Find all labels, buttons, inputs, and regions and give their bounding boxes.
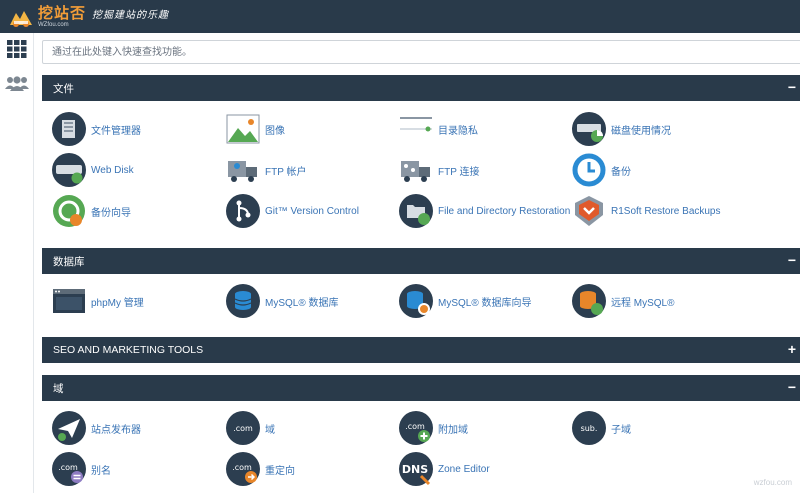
backup-wizard-icon	[52, 194, 86, 228]
tool-label: 别名	[91, 465, 111, 477]
tool-label: 目录隐私	[438, 125, 478, 137]
site-publisher-icon	[52, 411, 86, 445]
disk-usage-icon	[572, 112, 606, 146]
section-title: 域	[53, 382, 64, 395]
tool-label: FTP 帐户	[265, 166, 307, 178]
tool-label: File and Directory Restoration	[438, 205, 571, 217]
tool-label: FTP 连接	[438, 166, 480, 178]
ftp-connections-icon	[399, 153, 433, 187]
tool-git[interactable]: Git™ Version Control	[226, 194, 359, 228]
addon-domains-icon: .com	[399, 411, 433, 445]
section-header-domains[interactable]: 域 −	[42, 375, 800, 401]
tool-label: 备份	[611, 166, 631, 178]
remote-mysql-icon	[572, 284, 606, 318]
section-title: SEO AND MARKETING TOOLS	[53, 344, 204, 356]
tool-label: 附加域	[438, 424, 468, 436]
mysql-databases-icon	[226, 284, 260, 318]
watermark: wzfou.com	[753, 478, 792, 487]
tool-ftp-accounts[interactable]: FTP 帐户	[226, 153, 306, 187]
tool-label: Web Disk	[91, 164, 134, 176]
ftp-accounts-icon	[226, 153, 260, 187]
tool-zone-editor[interactable]: DNS Zone Editor	[399, 452, 490, 486]
tool-aliases[interactable]: .com 别名	[52, 452, 111, 486]
collapse-icon[interactable]: −	[788, 253, 796, 267]
section-header-seo[interactable]: SEO AND MARKETING TOOLS +	[42, 337, 800, 363]
tool-label: Zone Editor	[438, 463, 490, 475]
collapse-icon[interactable]: −	[788, 380, 796, 394]
tool-domains[interactable]: .com 域	[226, 411, 275, 445]
section-title: 数据库	[53, 255, 85, 268]
tool-label: 站点发布器	[91, 424, 141, 436]
tool-label: MySQL® 数据库向导	[438, 297, 532, 309]
tool-r1soft[interactable]: R1Soft Restore Backups	[572, 194, 721, 228]
icon-text: sub.	[581, 424, 598, 433]
icon-text: .com	[58, 463, 78, 472]
phpmyadmin-icon	[52, 284, 86, 318]
tool-disk-usage[interactable]: 磁盘使用情况	[572, 112, 671, 146]
logo-mascot-icon	[8, 5, 34, 29]
tool-file-manager[interactable]: 文件管理器	[52, 112, 141, 146]
backup-icon	[572, 153, 606, 187]
tool-directory-privacy[interactable]: 目录隐私	[399, 112, 478, 146]
tool-remote-mysql[interactable]: 远程 MySQL®	[572, 284, 675, 318]
tool-site-publisher[interactable]: 站点发布器	[52, 411, 141, 445]
tool-ftp-connections[interactable]: FTP 连接	[399, 153, 479, 187]
tool-label: 远程 MySQL®	[611, 297, 675, 309]
logo-slogan: 挖掘建站的乐趣	[92, 9, 170, 21]
logo[interactable]: 挖站否 WZfou.com 挖掘建站的乐趣	[8, 4, 169, 30]
logo-domain: WZfou.com	[38, 22, 69, 28]
tool-label: 重定向	[265, 465, 295, 477]
expand-icon[interactable]: +	[788, 342, 796, 356]
icon-text: .com	[233, 424, 253, 433]
git-icon	[226, 194, 260, 228]
web-disk-icon	[52, 153, 86, 187]
subdomains-icon: sub.	[572, 411, 606, 445]
icon-text: DNS	[402, 463, 428, 476]
mysql-wizard-icon	[399, 284, 433, 318]
search-input[interactable]	[42, 40, 800, 64]
grid-icon[interactable]	[5, 37, 29, 61]
tool-label: R1Soft Restore Backups	[611, 205, 721, 217]
tool-backup[interactable]: 备份	[572, 153, 631, 187]
tool-mysql-wizard[interactable]: MySQL® 数据库向导	[399, 284, 532, 318]
side-nav	[0, 33, 34, 493]
section-header-files[interactable]: 文件 −	[42, 75, 800, 101]
domains-icon: .com	[226, 411, 260, 445]
tool-subdomains[interactable]: sub. 子域	[572, 411, 631, 445]
section-title: 文件	[53, 82, 74, 95]
icon-text: .com	[405, 422, 425, 431]
icon-text: .com	[232, 463, 252, 472]
users-icon[interactable]	[5, 71, 29, 95]
directory-privacy-icon	[399, 112, 433, 146]
tool-mysql-databases[interactable]: MySQL® 数据库	[226, 284, 339, 318]
logo-text: 挖站否 WZfou.com	[38, 4, 87, 29]
tool-web-disk[interactable]: Web Disk	[52, 153, 134, 187]
tool-label: 文件管理器	[91, 125, 141, 137]
redirects-icon: .com	[226, 452, 260, 486]
images-icon	[226, 112, 260, 146]
top-bar: 挖站否 WZfou.com 挖掘建站的乐趣	[0, 0, 800, 33]
section-header-databases[interactable]: 数据库 −	[42, 248, 800, 274]
tool-label: 图像	[265, 125, 285, 137]
tool-file-restoration[interactable]: File and Directory Restoration	[399, 194, 570, 228]
file-manager-icon	[52, 112, 86, 146]
aliases-icon: .com	[52, 452, 86, 486]
tool-label: phpMy 管理	[91, 297, 144, 309]
tool-label: Git™ Version Control	[265, 205, 359, 217]
tool-label: 备份向导	[91, 207, 131, 219]
file-restoration-icon	[399, 194, 433, 228]
tool-label: MySQL® 数据库	[265, 297, 339, 309]
tool-backup-wizard[interactable]: 备份向导	[52, 194, 131, 228]
tool-redirects[interactable]: .com 重定向	[226, 452, 295, 486]
tool-label: 磁盘使用情况	[611, 125, 671, 137]
zone-editor-icon: DNS	[399, 452, 433, 486]
r1soft-icon	[572, 194, 606, 228]
tool-label: 子域	[611, 424, 631, 436]
tool-label: 域	[265, 424, 275, 436]
tool-images[interactable]: 图像	[226, 112, 285, 146]
collapse-icon[interactable]: −	[788, 80, 796, 94]
tool-addon-domains[interactable]: .com 附加域	[399, 411, 468, 445]
tool-phpmyadmin[interactable]: phpMy 管理	[52, 284, 144, 318]
logo-brand: 挖站否	[38, 4, 87, 22]
